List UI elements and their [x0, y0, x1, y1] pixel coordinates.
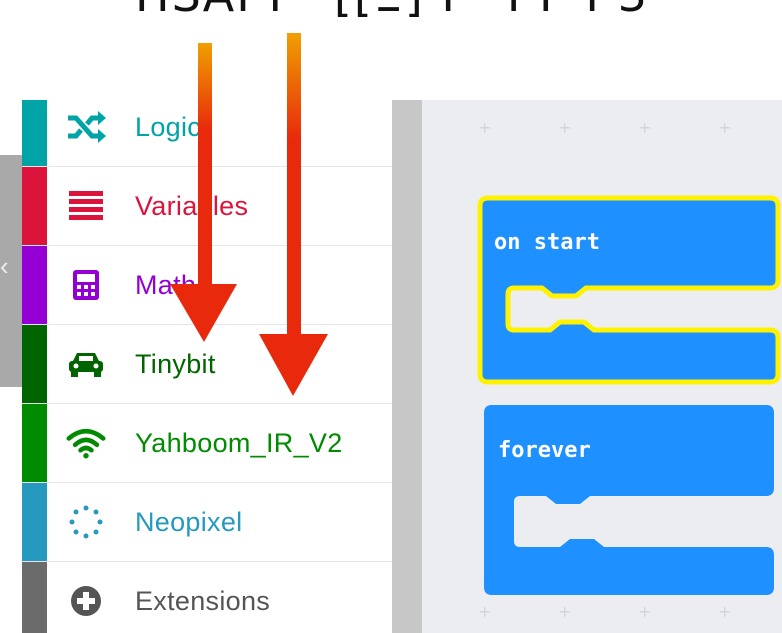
- category-label: Math: [135, 269, 197, 300]
- category-label: Tinybit: [135, 348, 216, 379]
- category-logic[interactable]: Logic: [22, 100, 392, 167]
- blocks-workspace[interactable]: + + + + + + + + on start forever: [422, 100, 782, 633]
- top-banner-text: ΗSΑΙ Ι · [[Ξ] Ι · Ι Ρ Ι 3 · Ι · ;: [135, 0, 695, 18]
- category-neopixel[interactable]: Neopixel: [22, 483, 392, 562]
- dots-circle-icon: [66, 502, 106, 542]
- category-label: Yahboom_IR_V2: [135, 427, 343, 458]
- category-extensions[interactable]: Extensions: [22, 562, 392, 633]
- category-tinybit[interactable]: Tinybit: [22, 325, 392, 404]
- category-math[interactable]: Math: [22, 246, 392, 325]
- category-color-bar: [22, 100, 47, 166]
- wifi-icon: [66, 423, 106, 463]
- forever-label: forever: [498, 438, 591, 463]
- shuffle-icon: [66, 107, 106, 147]
- category-label: Extensions: [135, 585, 271, 616]
- category-color-bar: [22, 325, 47, 403]
- category-label: Neopixel: [135, 506, 243, 537]
- category-variables[interactable]: Variables: [22, 167, 392, 246]
- toolbox: Logic Variables Math Tinybit Yahboom_IR_…: [22, 100, 392, 633]
- chevron-left-icon[interactable]: ‹: [0, 246, 14, 286]
- category-color-bar: [22, 167, 47, 245]
- category-label: Logic: [135, 111, 202, 142]
- car-icon: [66, 344, 106, 384]
- category-color-bar: [22, 404, 47, 482]
- category-color-bar: [22, 246, 47, 324]
- category-yahboom-ir[interactable]: Yahboom_IR_V2: [22, 404, 392, 483]
- category-color-bar: [22, 562, 47, 633]
- category-color-bar: [22, 483, 47, 561]
- list-icon: [66, 186, 106, 226]
- category-label: Variables: [135, 190, 249, 221]
- plus-circle-icon: [66, 581, 106, 621]
- calculator-icon: [66, 265, 106, 305]
- forever-block[interactable]: [422, 100, 782, 633]
- toolbox-scrollbar[interactable]: [392, 100, 422, 633]
